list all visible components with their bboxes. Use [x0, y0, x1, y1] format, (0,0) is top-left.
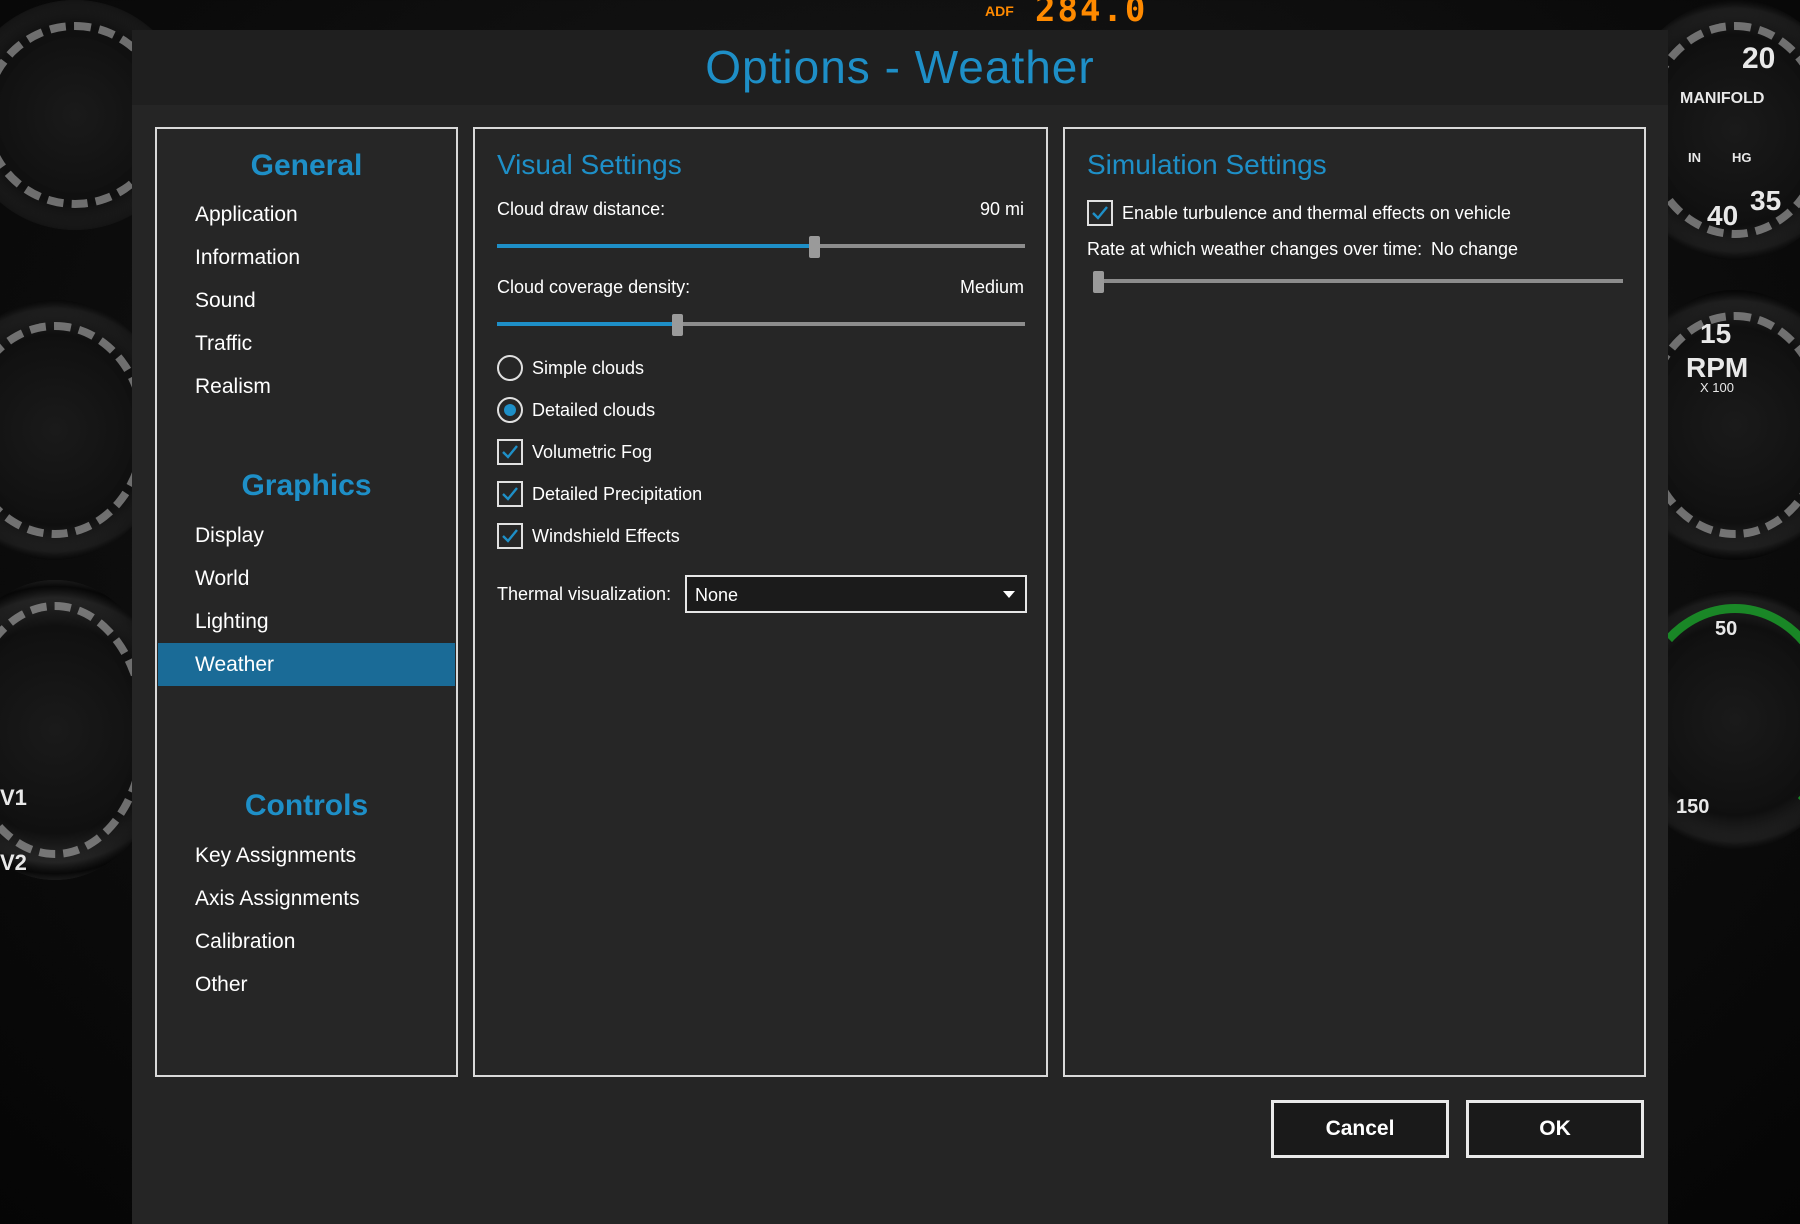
windshield-effects-option[interactable]: Windshield Effects: [497, 522, 680, 550]
weather-rate-track: [1093, 279, 1623, 283]
simulation-settings-panel: Simulation Settings Enable turbulence an…: [1063, 127, 1646, 1077]
bg-gauge-label-manifold: MANIFOLD: [1680, 90, 1765, 107]
bg-side-label-v1: V1: [0, 785, 27, 810]
detailed-precipitation-option[interactable]: Detailed Precipitation: [497, 480, 702, 508]
detailed-clouds-radio[interactable]: [497, 397, 523, 423]
windshield-effects-checkbox[interactable]: [497, 523, 523, 549]
weather-rate-thumb[interactable]: [1093, 271, 1104, 293]
turbulence-label: Enable turbulence and thermal effects on…: [1122, 202, 1511, 223]
visual-settings-panel: Visual Settings Cloud draw distance: 90 …: [473, 127, 1048, 1077]
bg-gauge-label-x100: X 100: [1700, 380, 1734, 395]
options-window: Options - Weather General Application In…: [132, 30, 1668, 1224]
bg-gauge-label-150: 150: [1676, 796, 1710, 818]
nav-item-realism[interactable]: Realism: [158, 365, 455, 408]
nav-item-key-assignments[interactable]: Key Assignments: [158, 834, 455, 877]
bg-gauge-label-15: 15: [1700, 318, 1732, 349]
cloud-distance-value: 90 mi: [979, 199, 1024, 219]
simple-clouds-radio[interactable]: [497, 355, 523, 381]
weather-rate-label: Rate at which weather changes over time:: [1087, 239, 1423, 259]
turbulence-checkbox[interactable]: [1087, 200, 1113, 226]
simple-clouds-option[interactable]: Simple clouds: [497, 354, 644, 382]
cloud-density-slider[interactable]: [497, 314, 1025, 336]
cloud-distance-slider[interactable]: [497, 236, 1025, 258]
checkmark-icon: [502, 445, 518, 459]
cloud-density-fill: [497, 322, 677, 326]
visual-settings-title: Visual Settings: [497, 149, 682, 180]
nav-item-other[interactable]: Other: [158, 963, 455, 1006]
bg-adf-label: ADF: [985, 3, 1014, 19]
windshield-effects-label: Windshield Effects: [532, 525, 680, 546]
detailed-clouds-option[interactable]: Detailed clouds: [497, 396, 655, 424]
chevron-down-icon: [1003, 591, 1015, 598]
bg-gauge-label-20: 20: [1742, 42, 1776, 75]
cloud-density-label: Cloud coverage density:: [497, 277, 691, 297]
simple-clouds-label: Simple clouds: [532, 357, 645, 378]
cloud-distance-thumb[interactable]: [808, 236, 820, 258]
checkmark-icon: [502, 487, 518, 501]
turbulence-option[interactable]: Enable turbulence and thermal effects on…: [1087, 199, 1511, 227]
cloud-distance-fill: [497, 244, 814, 248]
nav-item-application[interactable]: Application: [158, 193, 455, 236]
cancel-button[interactable]: Cancel: [1271, 1100, 1449, 1158]
window-title: Options - Weather: [705, 41, 1095, 93]
title-bar: Options - Weather: [132, 30, 1668, 105]
detailed-precipitation-checkbox[interactable]: [497, 481, 523, 507]
checkmark-icon: [1092, 206, 1108, 220]
nav-item-calibration[interactable]: Calibration: [158, 920, 455, 963]
bg-adf-value: 284.0: [1035, 0, 1148, 30]
nav-item-axis-assignments[interactable]: Axis Assignments: [158, 877, 455, 920]
detailed-clouds-label: Detailed clouds: [532, 399, 656, 420]
thermal-visualization-select[interactable]: None: [685, 575, 1027, 613]
nav-item-traffic[interactable]: Traffic: [158, 322, 455, 365]
nav-heading-general: General: [250, 149, 363, 182]
simulation-settings-title: Simulation Settings: [1087, 149, 1327, 180]
volumetric-fog-label: Volumetric Fog: [532, 441, 653, 462]
detailed-precipitation-label: Detailed Precipitation: [532, 483, 703, 504]
thermal-visualization-label: Thermal visualization:: [497, 584, 672, 604]
volumetric-fog-checkbox[interactable]: [497, 439, 523, 465]
bg-gauge-label-50: 50: [1715, 618, 1738, 640]
weather-rate-slider[interactable]: [1093, 271, 1623, 293]
bg-gauge-label-hg: HG: [1732, 150, 1752, 165]
bg-gauge-label-40: 40: [1707, 200, 1739, 231]
cloud-distance-label: Cloud draw distance:: [497, 199, 666, 219]
nav-item-information[interactable]: Information: [158, 236, 455, 279]
bg-gauge-label-in: IN: [1688, 150, 1701, 165]
nav-heading-graphics: Graphics: [241, 469, 372, 502]
nav-item-display[interactable]: Display: [158, 514, 455, 557]
nav-item-weather[interactable]: Weather: [158, 643, 455, 686]
nav-heading-controls: Controls: [244, 789, 369, 822]
nav-item-world[interactable]: World: [158, 557, 455, 600]
bg-side-label-v2: V2: [0, 850, 27, 875]
volumetric-fog-option[interactable]: Volumetric Fog: [497, 438, 652, 466]
nav-panel: General Application Information Sound Tr…: [155, 127, 458, 1077]
thermal-visualization-value: None: [695, 585, 739, 605]
cloud-density-thumb[interactable]: [671, 314, 683, 336]
checkmark-icon: [502, 529, 518, 543]
cloud-density-value: Medium: [959, 277, 1024, 297]
nav-item-sound[interactable]: Sound: [158, 279, 455, 322]
weather-rate-value: No change: [1431, 239, 1519, 259]
nav-item-lighting[interactable]: Lighting: [158, 600, 455, 643]
bg-gauge-label-35: 35: [1750, 185, 1782, 216]
ok-button[interactable]: OK: [1466, 1100, 1644, 1158]
